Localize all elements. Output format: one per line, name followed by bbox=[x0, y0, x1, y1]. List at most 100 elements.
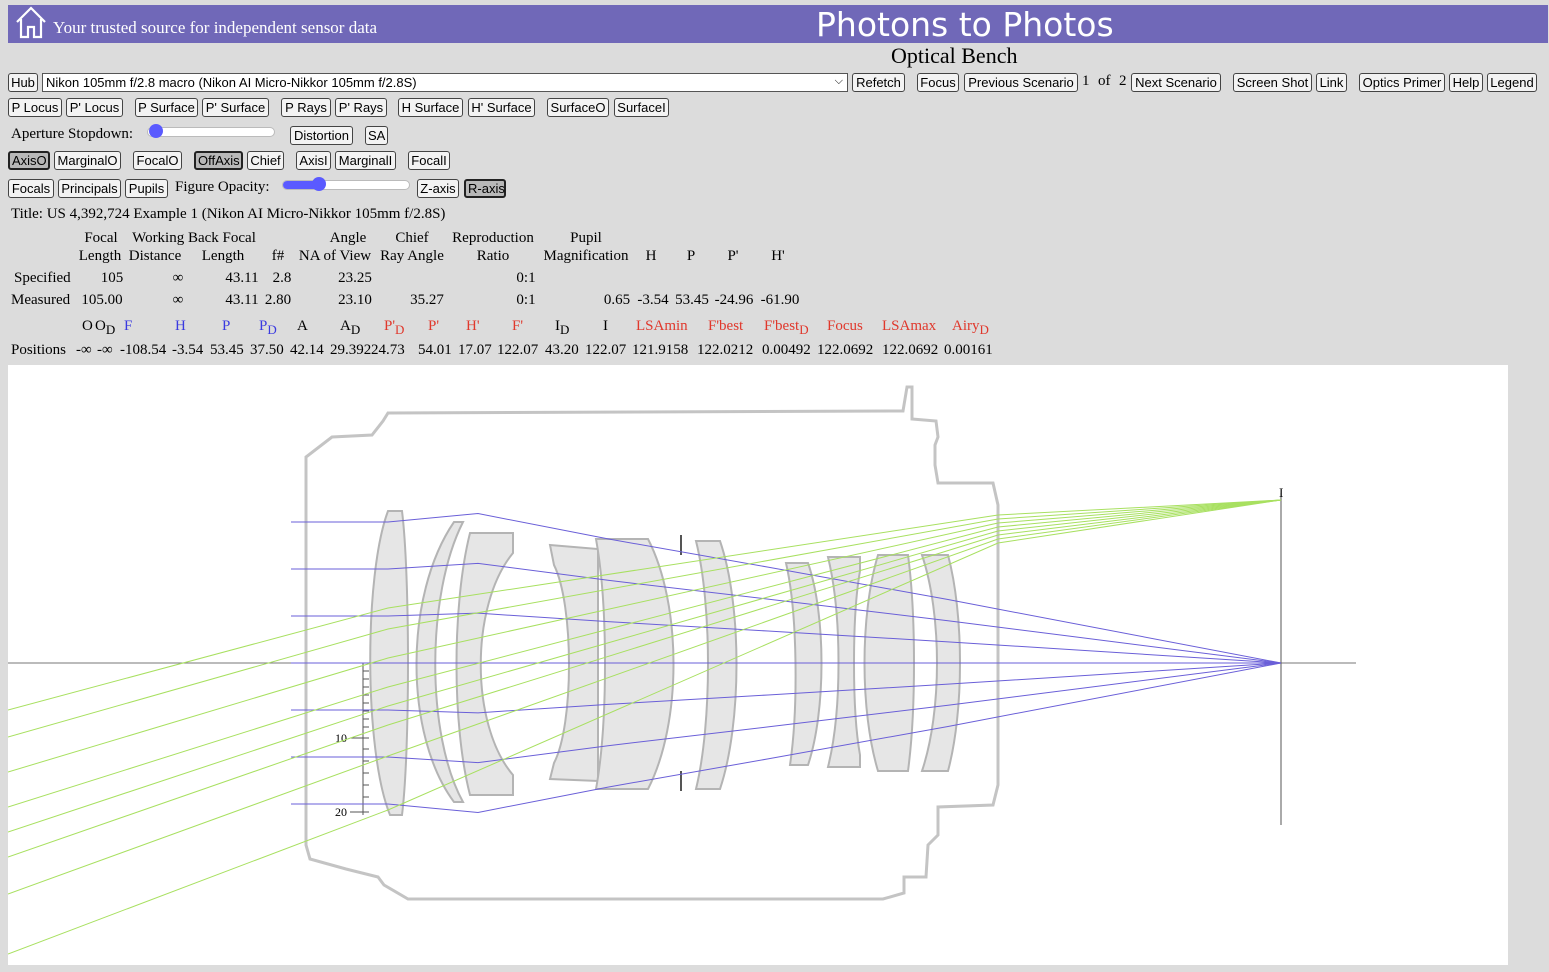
position-value-4: 53.45 bbox=[210, 342, 244, 358]
screen-shot-button[interactable]: Screen Shot bbox=[1233, 73, 1312, 92]
figure-opacity-slider[interactable] bbox=[282, 177, 410, 191]
position-header-10: H' bbox=[466, 318, 480, 334]
p-surface-button[interactable]: P Surface bbox=[135, 98, 198, 117]
position-header-13: I bbox=[603, 318, 608, 334]
surface-o-button[interactable]: SurfaceO bbox=[547, 98, 609, 117]
position-header-19: AiryD bbox=[952, 318, 989, 337]
previous-scenario-button[interactable]: Previous Scenario bbox=[964, 73, 1078, 92]
optics-primer-button[interactable]: Optics Primer bbox=[1359, 73, 1445, 92]
lens-element-8 bbox=[826, 556, 861, 768]
p-prime-surface-button[interactable]: P' Surface bbox=[202, 98, 269, 117]
hdr-h: H bbox=[645, 248, 657, 264]
r-axis-button[interactable]: R-axis bbox=[464, 179, 506, 198]
position-header-8: P'D bbox=[384, 318, 405, 337]
scenario-of: of bbox=[1098, 73, 1111, 89]
focal-o-button[interactable]: FocalO bbox=[133, 151, 182, 170]
lens-element-3 bbox=[455, 532, 514, 796]
off-axis-button[interactable]: OffAxis bbox=[194, 151, 243, 170]
spec-fnum: 2.8 bbox=[272, 270, 292, 286]
hdr-fnum: f# bbox=[271, 248, 285, 264]
pupils-button[interactable]: Pupils bbox=[125, 179, 168, 198]
meas-bfl: 43.11 bbox=[225, 292, 259, 308]
position-value-13: 122.07 bbox=[585, 342, 627, 358]
image-plane-label: I bbox=[1279, 485, 1283, 500]
position-header-14: LSAmin bbox=[636, 318, 688, 334]
position-header-17: Focus bbox=[827, 318, 863, 334]
axis-i-button[interactable]: AxisI bbox=[296, 151, 331, 170]
hdr-ratio-2: Ratio bbox=[476, 248, 510, 264]
hdr-chief-2: Ray Angle bbox=[380, 248, 444, 264]
position-header-18: LSAmax bbox=[882, 318, 937, 334]
meas-pupil: 0.65 bbox=[603, 292, 631, 308]
axial-ray-2 bbox=[291, 612, 1282, 664]
surface-i-button[interactable]: SurfaceI bbox=[614, 98, 669, 117]
axis-o-button[interactable]: AxisO bbox=[8, 151, 50, 170]
hdr-focal-1: Focal bbox=[84, 230, 118, 246]
position-value-9: 54.01 bbox=[418, 342, 452, 358]
help-button[interactable]: Help bbox=[1449, 73, 1483, 92]
hdr-pupil-1: Pupil bbox=[570, 230, 602, 246]
position-value-0: -∞ bbox=[76, 342, 92, 358]
meas-wd: ∞ bbox=[172, 292, 184, 308]
hdr-p: P bbox=[686, 248, 696, 264]
position-value-18: 122.0692 bbox=[882, 342, 939, 358]
distortion-button[interactable]: Distortion bbox=[290, 126, 353, 145]
refetch-button[interactable]: Refetch bbox=[852, 73, 905, 92]
h-prime-surface-button[interactable]: H' Surface bbox=[468, 98, 535, 117]
link-button[interactable]: Link bbox=[1316, 73, 1347, 92]
hdr-angle-2: NA of View bbox=[298, 248, 372, 264]
position-value-2: -108.54 bbox=[120, 342, 167, 358]
p-prime-rays-button[interactable]: P' Rays bbox=[335, 98, 387, 117]
z-axis-button[interactable]: Z-axis bbox=[417, 179, 459, 198]
meas-h: -3.54 bbox=[637, 292, 669, 308]
p-rays-button[interactable]: P Rays bbox=[281, 98, 331, 117]
position-value-6: 42.14 bbox=[290, 342, 324, 358]
hdr-chief-1: Chief bbox=[395, 230, 429, 246]
marginal-o-button[interactable]: MarginalO bbox=[54, 151, 121, 170]
marginal-i-button[interactable]: MarginalI bbox=[335, 151, 396, 170]
position-value-15: 122.0212 bbox=[697, 342, 754, 358]
aperture-stopdown-slider[interactable] bbox=[147, 124, 275, 138]
lens-select[interactable]: Nikon 105mm f/2.8 macro (Nikon AI Micro-… bbox=[42, 73, 848, 92]
position-header-6: A bbox=[297, 318, 308, 334]
focus-button[interactable]: Focus bbox=[917, 73, 959, 92]
focals-button[interactable]: Focals bbox=[8, 179, 54, 198]
lens-title: Title: US 4,392,724 Example 1 (Nikon AI … bbox=[11, 206, 446, 222]
position-value-8: 24.73 bbox=[371, 342, 405, 358]
page-title: Optical Bench bbox=[891, 43, 1018, 68]
position-value-17: 122.0692 bbox=[817, 342, 874, 358]
aperture-slider-knob[interactable] bbox=[149, 124, 163, 138]
lens-element-7 bbox=[784, 562, 823, 766]
spec-wd: ∞ bbox=[172, 270, 184, 286]
p-prime-locus-button[interactable]: P' Locus bbox=[66, 98, 123, 117]
hub-button[interactable]: Hub bbox=[8, 73, 38, 92]
lens-element-5 bbox=[594, 538, 675, 790]
opacity-slider-knob[interactable] bbox=[311, 177, 326, 191]
position-value-3: -3.54 bbox=[172, 342, 204, 358]
p-locus-button[interactable]: P Locus bbox=[8, 98, 62, 117]
spec-focal: 105 bbox=[100, 270, 124, 286]
position-value-7: 29.392 bbox=[330, 342, 372, 358]
scenario-current: 1 bbox=[1082, 73, 1090, 89]
optical-diagram[interactable]: I 10 20 bbox=[7, 365, 1508, 965]
principals-button[interactable]: Principals bbox=[58, 179, 121, 198]
site-title[interactable]: Photons to Photos bbox=[816, 5, 1114, 44]
focal-i-button[interactable]: FocalI bbox=[408, 151, 450, 170]
optical-bench-canvas[interactable]: I 10 20 bbox=[7, 365, 1508, 965]
position-header-15: F'best bbox=[708, 318, 744, 334]
lens-element-6 bbox=[694, 540, 738, 790]
figure-opacity-label: Figure Opacity: bbox=[175, 179, 270, 195]
lens-select-value: Nikon 105mm f/2.8 macro (Nikon AI Micro-… bbox=[46, 75, 417, 90]
position-value-5: 37.50 bbox=[250, 342, 284, 358]
position-value-1: -∞ bbox=[97, 342, 113, 358]
position-value-16: 0.00492 bbox=[762, 342, 811, 358]
r-axis-scale bbox=[350, 663, 369, 815]
next-scenario-button[interactable]: Next Scenario bbox=[1131, 73, 1221, 92]
sa-button[interactable]: SA bbox=[365, 126, 388, 145]
meas-chief: 35.27 bbox=[410, 292, 444, 308]
home-icon[interactable] bbox=[14, 5, 48, 39]
h-surface-button[interactable]: H Surface bbox=[398, 98, 463, 117]
legend-button[interactable]: Legend bbox=[1487, 73, 1537, 92]
header-banner: Your trusted source for independent sens… bbox=[8, 5, 1548, 44]
chief-button[interactable]: Chief bbox=[247, 151, 284, 170]
